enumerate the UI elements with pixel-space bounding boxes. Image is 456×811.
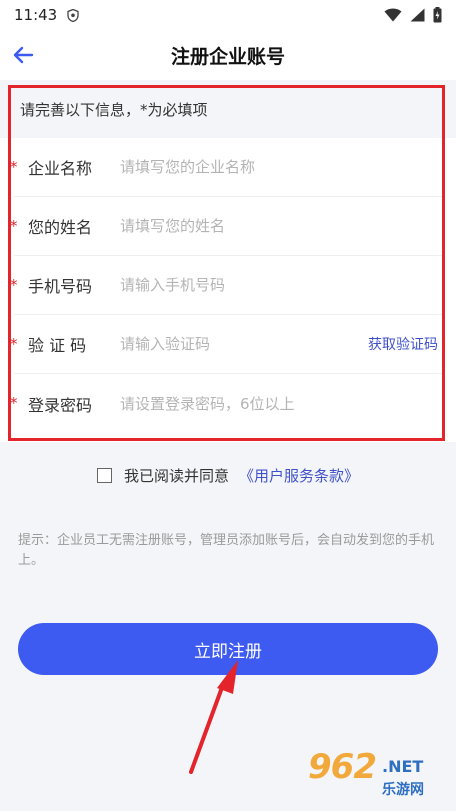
company-name-input[interactable] xyxy=(120,158,442,176)
phone-input[interactable] xyxy=(120,276,442,294)
user-name-input[interactable] xyxy=(120,217,442,235)
required-mark: * xyxy=(10,158,18,176)
watermark-number: 962 xyxy=(308,747,377,787)
password-row: * 登录密码 xyxy=(10,374,442,433)
terms-link[interactable]: 《用户服务条款》 xyxy=(239,465,359,486)
verification-code-row: * 验 证 码 获取验证码 xyxy=(10,315,442,374)
app-header: 注册企业账号 xyxy=(0,30,456,80)
shield-icon xyxy=(67,8,79,22)
page-title: 注册企业账号 xyxy=(170,45,285,68)
status-time: 11:43 xyxy=(14,6,58,24)
watermark-logo: 962 .NET 乐游网 xyxy=(308,747,450,807)
phone-row: * 手机号码 xyxy=(10,256,442,315)
agreement-row: 我已阅读并同意 《用户服务条款》 xyxy=(0,460,456,490)
required-mark: * xyxy=(10,335,18,353)
tip-text: 提示：企业员工无需注册账号，管理员添加账号后，会自动发到您的手机上。 xyxy=(18,533,435,568)
agree-text: 我已阅读并同意 xyxy=(123,466,229,485)
required-mark: * xyxy=(10,217,18,235)
status-bar: 11:43 xyxy=(0,0,456,30)
get-code-button[interactable]: 获取验证码 xyxy=(368,334,442,354)
wifi-icon xyxy=(384,8,402,22)
user-name-row: * 您的姓名 xyxy=(10,197,442,256)
back-button[interactable] xyxy=(8,40,38,70)
password-input[interactable] xyxy=(120,394,442,413)
form-notice: 请完善以下信息，*为必填项 xyxy=(0,80,456,138)
user-name-label: 您的姓名 xyxy=(28,218,93,237)
required-mark: * xyxy=(10,276,18,294)
company-name-row: * 企业名称 xyxy=(10,138,442,197)
registration-form: 请完善以下信息，*为必填项 * 企业名称 * 您的姓名 * 手机号码 * 验 证… xyxy=(0,80,456,442)
arrow-left-icon xyxy=(13,46,34,64)
verification-code-label: 验 证 码 xyxy=(28,336,87,355)
register-button[interactable]: 立即注册 xyxy=(18,623,438,675)
status-icons xyxy=(384,7,442,23)
phone-label: 手机号码 xyxy=(28,277,93,296)
watermark-cn: 乐游网 xyxy=(382,782,424,798)
password-label: 登录密码 xyxy=(28,395,93,415)
signal-icon xyxy=(410,8,425,22)
watermark-net: .NET xyxy=(382,757,424,776)
required-mark: * xyxy=(10,394,18,412)
company-name-label: 企业名称 xyxy=(28,159,93,178)
verification-code-input[interactable] xyxy=(120,335,368,353)
agree-checkbox[interactable] xyxy=(96,467,112,483)
battery-icon xyxy=(433,7,442,23)
